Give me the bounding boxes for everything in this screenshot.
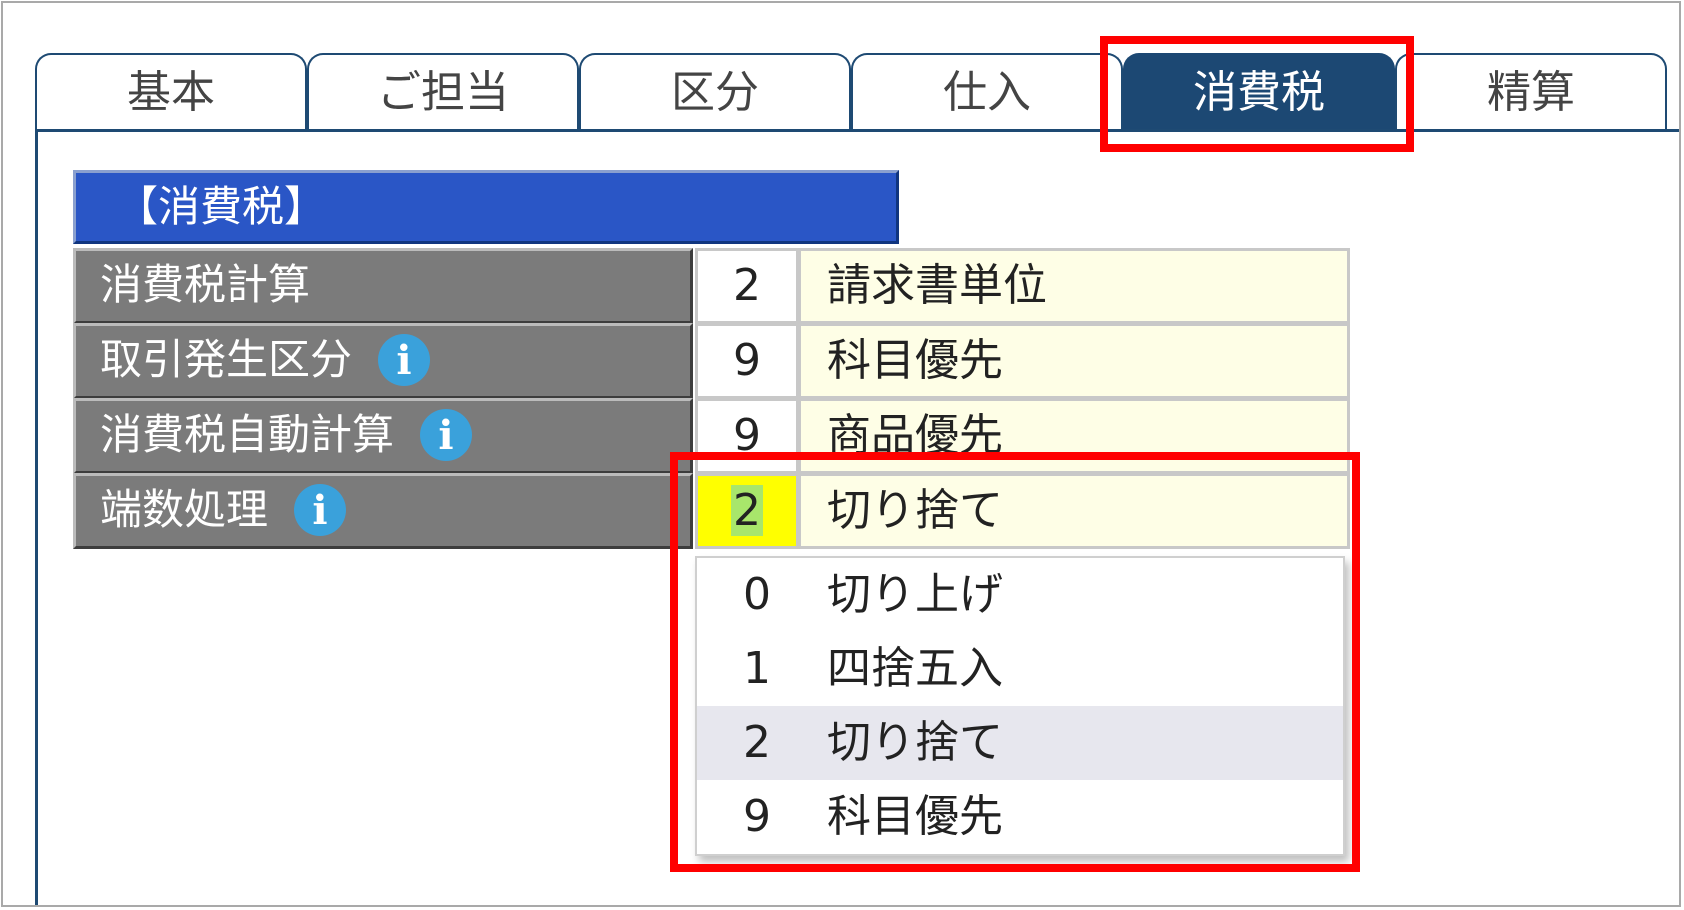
code-field[interactable]: 9 <box>695 398 799 474</box>
tab-bar: 基本 ご担当 区分 仕入 消費税 精算 <box>35 53 1679 131</box>
value-display: 切り捨て <box>799 473 1350 549</box>
row-label: 取引発生区分 i <box>73 323 693 399</box>
row-label: 消費税自動計算 i <box>73 398 693 474</box>
form-row-tax-calculation: 消費税計算 2 請求書単位 <box>73 248 1350 324</box>
tab-divider <box>35 129 1679 132</box>
dropdown-option[interactable]: 0 切り上げ <box>697 558 1343 632</box>
info-icon[interactable]: i <box>378 333 431 386</box>
info-icon[interactable]: i <box>420 408 473 461</box>
option-code: 0 <box>743 569 771 620</box>
code-field[interactable]: 9 <box>695 323 799 399</box>
option-label: 科目優先 <box>827 791 1003 842</box>
option-label: 四捨五入 <box>827 643 1003 694</box>
tab-settlement[interactable]: 精算 <box>1395 53 1667 131</box>
option-label: 切り上げ <box>827 569 1003 620</box>
value-display: 科目優先 <box>799 323 1350 399</box>
content-border <box>35 129 38 905</box>
row-label-text: 消費税自動計算 <box>100 410 395 459</box>
section-header: 【消費税】 <box>73 170 899 244</box>
option-code: 9 <box>743 791 771 842</box>
row-label: 消費税計算 <box>73 248 693 324</box>
form-row-transaction-type: 取引発生区分 i 9 科目優先 <box>73 323 1350 399</box>
option-code: 2 <box>743 717 771 768</box>
tab-basic[interactable]: 基本 <box>35 53 307 131</box>
option-label: 切り捨て <box>827 717 1003 768</box>
rounding-dropdown-list: 0 切り上げ 1 四捨五入 2 切り捨て 9 科目優先 <box>695 556 1345 856</box>
code-field[interactable]: 2 <box>695 248 799 324</box>
tab-purchase[interactable]: 仕入 <box>851 53 1123 131</box>
tab-consumption-tax[interactable]: 消費税 <box>1123 53 1395 131</box>
value-display: 請求書単位 <box>799 248 1350 324</box>
tab-category[interactable]: 区分 <box>579 53 851 131</box>
row-label-text: 端数処理 <box>100 485 269 534</box>
rounding-code-input[interactable]: 2 <box>695 473 799 549</box>
dropdown-option[interactable]: 9 科目優先 <box>697 780 1343 854</box>
tab-contact[interactable]: ご担当 <box>307 53 579 131</box>
info-icon[interactable]: i <box>294 483 347 536</box>
window-frame: 基本 ご担当 区分 仕入 消費税 精算 【消費税】 消費税計算 2 請求書単位 … <box>1 1 1681 907</box>
row-label-text: 取引発生区分 <box>100 335 353 384</box>
row-label-text: 消費税計算 <box>100 260 311 309</box>
value-display: 商品優先 <box>799 398 1350 474</box>
row-label: 端数処理 i <box>73 473 693 549</box>
option-code: 1 <box>743 643 771 694</box>
code-selection: 2 <box>731 485 763 536</box>
dropdown-option-selected[interactable]: 2 切り捨て <box>697 706 1343 780</box>
form-row-rounding: 端数処理 i 2 切り捨て <box>73 473 1350 549</box>
dropdown-option[interactable]: 1 四捨五入 <box>697 632 1343 706</box>
form-row-auto-tax: 消費税自動計算 i 9 商品優先 <box>73 398 1350 474</box>
